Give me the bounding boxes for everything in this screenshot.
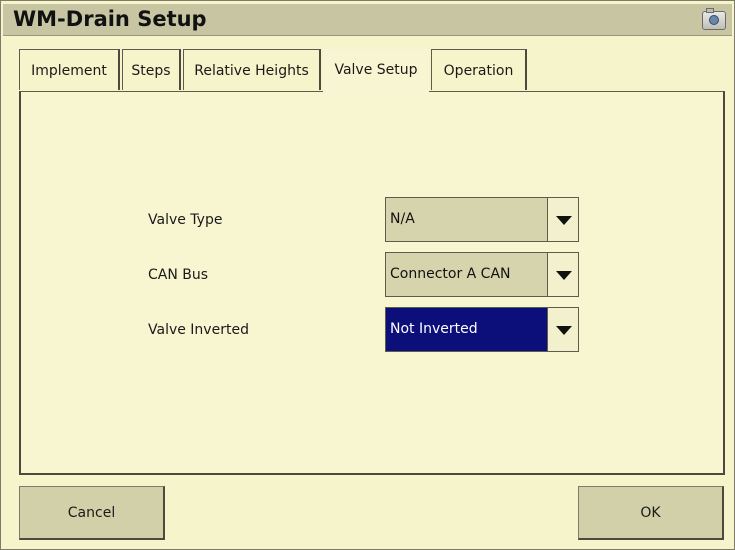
cancel-button[interactable]: Cancel	[19, 486, 165, 540]
can-bus-value: Connector A CAN	[390, 266, 511, 282]
tab-relative-heights[interactable]: Relative Heights	[183, 49, 321, 90]
tab-label: Implement	[31, 63, 107, 79]
ok-button-label: OK	[640, 505, 661, 521]
tab-operation[interactable]: Operation	[431, 49, 527, 90]
cancel-button-label: Cancel	[67, 505, 116, 521]
tab-implement[interactable]: Implement	[19, 49, 120, 90]
setup-window: WM-Drain Setup Valve Type CAN Bus Valve …	[0, 0, 735, 550]
camera-icon[interactable]	[702, 8, 726, 30]
tab-steps[interactable]: Steps	[122, 49, 181, 90]
ok-button[interactable]: OK	[578, 486, 724, 540]
can-bus-select[interactable]: Connector A CAN	[385, 252, 579, 297]
valve-type-label: Valve Type	[148, 212, 223, 228]
title-bar: WM-Drain Setup	[3, 4, 732, 36]
valve-inverted-value: Not Inverted	[390, 321, 478, 337]
tab-valve-setup[interactable]: Valve Setup	[323, 49, 429, 93]
tab-label: Relative Heights	[194, 63, 309, 79]
can-bus-label: CAN Bus	[148, 267, 209, 283]
chevron-down-icon[interactable]	[547, 198, 578, 241]
chevron-down-icon[interactable]	[547, 308, 578, 351]
valve-type-select[interactable]: N/A	[385, 197, 579, 242]
valve-type-value: N/A	[390, 211, 415, 227]
valve-inverted-select[interactable]: Not Inverted	[385, 307, 579, 352]
valve-inverted-label: Valve Inverted	[148, 322, 249, 338]
tab-panel: Valve Type CAN Bus Valve Inverted	[19, 91, 725, 475]
chevron-down-icon[interactable]	[547, 253, 578, 296]
tab-label: Operation	[443, 63, 514, 79]
tab-label: Steps	[131, 63, 171, 79]
tab-label: Valve Setup	[334, 62, 418, 78]
window-title: WM-Drain Setup	[13, 7, 207, 31]
